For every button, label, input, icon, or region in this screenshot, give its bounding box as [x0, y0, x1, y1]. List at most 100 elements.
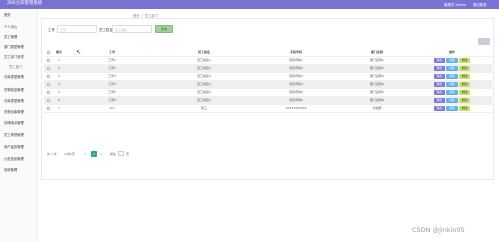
- table-row: 3 工号3 员工姓名3 手机号码3 部门名称3 修改 详情 删除: [44, 72, 492, 81]
- column-header-actions: 操作: [412, 49, 492, 57]
- row-checkbox[interactable]: [44, 64, 52, 73]
- toolbar-button[interactable]: [478, 38, 490, 45]
- cell-dept: 部门名称4: [342, 80, 412, 89]
- current-user-label: 管理员 admin: [444, 2, 466, 7]
- delete-button[interactable]: 删除: [458, 57, 471, 63]
- staff-name-label: 员工姓名: [99, 28, 113, 32]
- sidebar-item-home[interactable]: 首页: [4, 13, 11, 18]
- cell-name: 员工姓名6: [158, 96, 250, 105]
- delete-button[interactable]: 删除: [458, 65, 471, 71]
- sidebar-item-system[interactable]: 系统管理: [4, 168, 17, 173]
- delete-button[interactable]: 删除: [458, 105, 471, 111]
- row-checkbox[interactable]: [44, 80, 52, 89]
- view-button[interactable]: 详情: [446, 97, 458, 103]
- edit-button[interactable]: 修改: [433, 73, 446, 79]
- view-button[interactable]: 详情: [446, 65, 458, 71]
- cell-index: 5: [52, 88, 66, 97]
- cell-dept: 部门名称5: [342, 88, 412, 97]
- sidebar-item-messages[interactable]: 用户留言管理: [4, 145, 24, 150]
- sidebar-menu: 首页 个人中心 员工管理 部门类型管理 员工部门管理 员工部门 仓库类型管理 货…: [0, 9, 38, 242]
- cell-phone: 手机号码2: [250, 64, 342, 73]
- work-no-input[interactable]: 工号: [57, 25, 97, 33]
- cell-name: 员工姓名2: [158, 64, 250, 73]
- edit-button[interactable]: 修改: [433, 57, 446, 63]
- sidebar-item-profile[interactable]: 个人中心: [4, 25, 17, 30]
- sidebar-item-notices[interactable]: 公告信息管理: [4, 157, 24, 162]
- cell-dept: 部门名称1: [342, 56, 412, 65]
- row-checkbox[interactable]: [44, 72, 52, 81]
- cell-work-no: 工号4: [66, 80, 158, 89]
- staff-name-input[interactable]: 员工姓名: [112, 25, 152, 33]
- table-header-row: 索引 工号 员工姓名 手机号码 部门名称 操作: [44, 49, 492, 57]
- row-checkbox[interactable]: [44, 56, 52, 65]
- logout-link[interactable]: 退出登录: [473, 2, 487, 7]
- table-row: 2 工号2 员工姓名2 手机号码2 部门名称2 修改 详情 删除: [44, 64, 492, 73]
- row-checkbox[interactable]: [44, 104, 52, 113]
- cell-work-no: 111: [66, 104, 158, 113]
- search-button[interactable]: 查询: [155, 25, 173, 33]
- edit-button[interactable]: 修改: [433, 81, 446, 87]
- sidebar-subitem-staff-dept[interactable]: 员工部门: [9, 65, 22, 70]
- cell-phone: 手机号码6: [250, 96, 342, 105]
- view-button[interactable]: 详情: [446, 89, 458, 95]
- staff-dept-table: 索引 工号 员工姓名 手机号码 部门名称 操作 1 工号1 员工姓名1 手机号码…: [44, 49, 492, 113]
- table-row: 6 工号6 员工姓名6 手机号码6 部门名称6 修改 详情 删除: [44, 96, 492, 105]
- mouse-cursor-icon: ↖: [76, 49, 82, 56]
- app-root: ZKK仓库管理系统 管理员 admin 退出登录 首页 个人中心 员工管理 部门…: [0, 0, 499, 242]
- cell-phone: 15333333333: [250, 104, 342, 113]
- cell-actions: 修改 详情 删除: [412, 96, 492, 105]
- cell-index: 7: [52, 104, 66, 113]
- row-checkbox[interactable]: [44, 96, 52, 105]
- sidebar-item-goods[interactable]: 货物信息管理: [4, 88, 24, 93]
- top-navbar: ZKK仓库管理系统 管理员 admin 退出登录: [0, 0, 499, 9]
- table-row: 7 111 张三 15333333333 行政部 修改 详情 删除: [44, 104, 492, 113]
- cell-actions: 修改 详情 删除: [412, 72, 492, 81]
- table-row: 1 工号1 员工姓名1 手机号码1 部门名称1 修改 详情 删除: [44, 56, 492, 65]
- select-all-checkbox[interactable]: [44, 49, 52, 57]
- sidebar-item-attendance[interactable]: 员工考勤管理: [4, 133, 24, 138]
- sidebar-item-warehouse-type[interactable]: 仓库类型管理: [4, 75, 24, 80]
- sidebar-item-warehouse-type-2[interactable]: 仓库类型管理: [4, 99, 24, 104]
- prev-page-button[interactable]: <: [84, 151, 87, 157]
- goto-unit-label: 页: [126, 152, 130, 156]
- table-row: 4 工号4 员工姓名4 手机号码4 部门名称4 修改 详情 删除: [44, 80, 492, 89]
- view-button[interactable]: 详情: [446, 73, 458, 79]
- sidebar-item-staff[interactable]: 员工管理: [4, 35, 17, 40]
- delete-button[interactable]: 删除: [458, 97, 471, 103]
- cell-index: 3: [52, 72, 66, 81]
- edit-button[interactable]: 修改: [433, 105, 446, 111]
- page-number-current[interactable]: 1: [91, 151, 97, 157]
- sidebar-item-dept-type[interactable]: 部门类型管理: [4, 45, 24, 50]
- delete-button[interactable]: 删除: [458, 81, 471, 87]
- sidebar-item-storage[interactable]: 存储地点管理: [4, 121, 24, 126]
- view-button[interactable]: 详情: [446, 57, 458, 63]
- sidebar-item-outbound[interactable]: 货物出库管理: [4, 110, 24, 115]
- delete-button[interactable]: 删除: [458, 73, 471, 79]
- sidebar-item-staff-dept[interactable]: 员工部门管理: [4, 55, 24, 60]
- page-size-select[interactable]: 10条/页: [64, 151, 75, 157]
- cell-index: 6: [52, 96, 66, 105]
- column-header-phone: 手机号码: [250, 49, 342, 57]
- cell-name: 员工姓名3: [158, 72, 250, 81]
- edit-button[interactable]: 修改: [433, 65, 446, 71]
- cell-work-no: 工号3: [66, 72, 158, 81]
- cell-dept: 部门名称6: [342, 96, 412, 105]
- cell-name: 员工姓名5: [158, 88, 250, 97]
- cell-name: 员工姓名1: [158, 56, 250, 65]
- view-button[interactable]: 详情: [446, 81, 458, 87]
- cell-phone: 手机号码3: [250, 72, 342, 81]
- goto-label: 前往: [110, 152, 117, 156]
- cell-index: 1: [52, 56, 66, 65]
- next-page-button[interactable]: >: [100, 151, 103, 157]
- view-button[interactable]: 详情: [446, 105, 458, 111]
- delete-button[interactable]: 删除: [458, 89, 471, 95]
- column-header-dept: 部门名称: [342, 49, 412, 57]
- edit-button[interactable]: 修改: [433, 97, 446, 103]
- cell-actions: 修改 详情 删除: [412, 88, 492, 97]
- cell-actions: 修改 详情 删除: [412, 80, 492, 89]
- cell-dept: 部门名称3: [342, 72, 412, 81]
- row-checkbox[interactable]: [44, 88, 52, 97]
- cell-dept: 行政部: [342, 104, 412, 113]
- cell-work-no: 工号2: [66, 64, 158, 73]
- edit-button[interactable]: 修改: [433, 89, 446, 95]
